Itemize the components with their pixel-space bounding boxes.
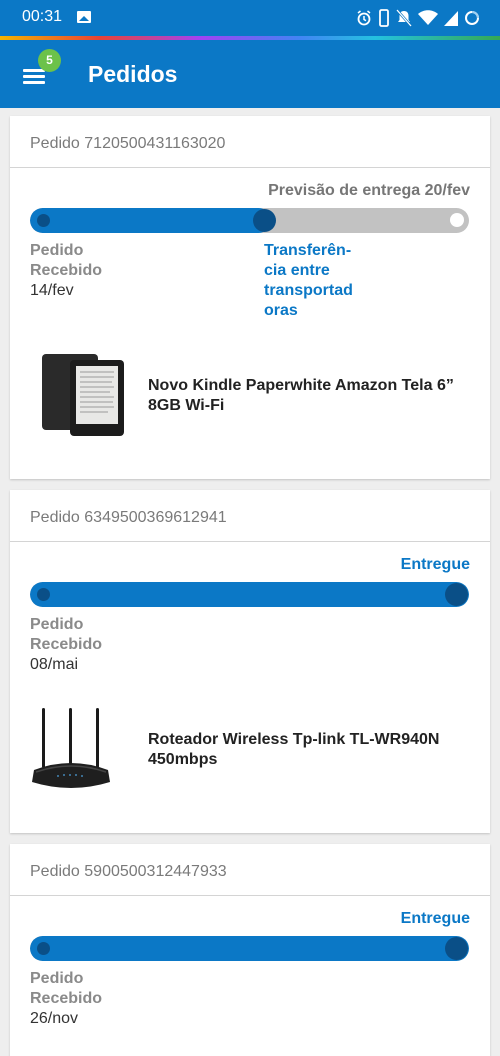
- order-number: Pedido 5900500312447933: [10, 844, 490, 896]
- progress-track: [30, 936, 469, 961]
- order-number: Pedido 7120500431163020: [10, 116, 490, 168]
- hamburger-icon-line: [23, 81, 45, 84]
- step-date: 26/nov: [30, 1010, 79, 1027]
- hamburger-icon-line: [23, 75, 45, 78]
- step-received: Pedido Recebido 14/fev: [30, 241, 102, 301]
- step-dot-current: [253, 209, 276, 232]
- status-icons: [356, 8, 480, 28]
- order-number: Pedido 6349500369612941: [10, 490, 490, 542]
- step-dot-delivered: [445, 937, 468, 960]
- signal-icon: [444, 11, 458, 26]
- step-date: 08/mai: [30, 656, 79, 673]
- step-current-line: transportad: [264, 282, 353, 299]
- app-bar: 5 Pedidos: [0, 40, 500, 108]
- step-label: Pedido: [30, 970, 84, 987]
- step-dot-received: [37, 588, 50, 601]
- step-label: Pedido: [30, 616, 84, 633]
- notification-badge: 5: [38, 49, 61, 72]
- status-time: 00:31: [22, 8, 63, 25]
- progress-track: [30, 208, 469, 233]
- status-delivered: Entregue: [400, 910, 470, 927]
- step-received: Pedido Recebido 26/nov: [30, 969, 102, 1029]
- status-bar: 00:31: [0, 0, 500, 36]
- step-current-line: Transferên-: [264, 242, 352, 259]
- kindle-image: [42, 354, 124, 436]
- step-label: Recebido: [30, 262, 103, 279]
- progress-fill: [30, 208, 272, 233]
- order-card[interactable]: Pedido 6349500369612941 Entregue Pedido …: [10, 490, 490, 833]
- step-received: Pedido Recebido 08/mai: [30, 615, 102, 675]
- router-image: [32, 708, 110, 788]
- step-dot-received: [37, 214, 50, 227]
- step-date: 14/fev: [30, 282, 74, 299]
- status-delivered: Entregue: [400, 556, 470, 573]
- product-name[interactable]: Novo Kindle Paperwhite Amazon Tela 6” 8G…: [148, 376, 478, 416]
- step-current-line: oras: [264, 302, 298, 319]
- order-card[interactable]: Pedido 7120500431163020 Previsão de entr…: [10, 116, 490, 479]
- step-label: Recebido: [30, 990, 103, 1007]
- product-name[interactable]: Roteador Wireless Tp-link TL-WR940N 450m…: [148, 730, 478, 770]
- wifi-icon: [418, 10, 438, 25]
- progress-fill: [30, 936, 469, 961]
- step-dot-received: [37, 942, 50, 955]
- gallery-icon: [77, 11, 91, 23]
- page-title: Pedidos: [88, 61, 178, 87]
- step-dot-delivered: [445, 583, 468, 606]
- step-current: Transferên- cia entre transportad oras: [264, 241, 374, 321]
- mute-icon: [396, 9, 412, 27]
- battery-icon: [465, 11, 479, 25]
- alarm-icon: [357, 10, 371, 26]
- step-current-line: cia entre: [264, 262, 330, 279]
- progress-track: [30, 582, 469, 607]
- delivery-estimate: Previsão de entrega 20/fev: [268, 182, 470, 199]
- step-dot-delivery: [450, 213, 464, 227]
- progress-fill: [30, 582, 469, 607]
- order-card[interactable]: Pedido 5900500312447933 Entregue Pedido …: [10, 844, 490, 1056]
- step-label: Pedido: [30, 242, 84, 259]
- vibrate-icon: [379, 9, 389, 27]
- step-label: Recebido: [30, 636, 103, 653]
